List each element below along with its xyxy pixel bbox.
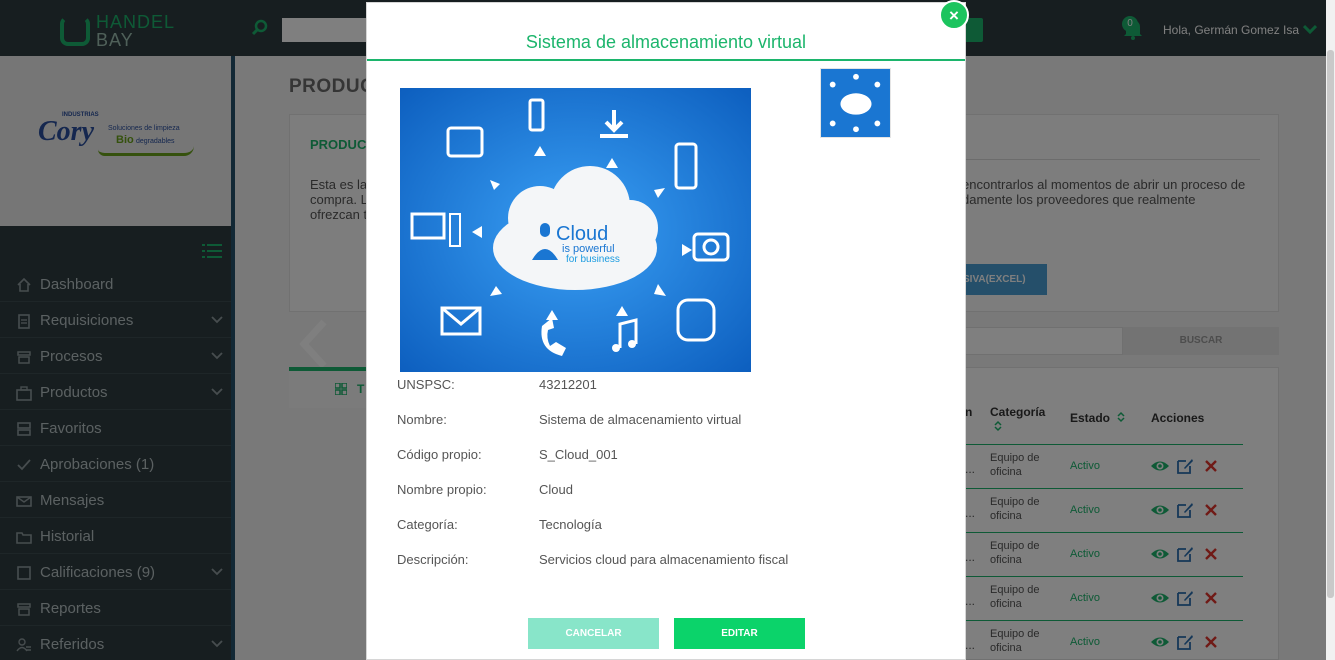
field-value: S_Cloud_001	[539, 447, 618, 462]
page-scrollbar[interactable]	[1326, 0, 1335, 660]
field-label: UNSPSC:	[397, 377, 455, 392]
field-value: Tecnología	[539, 517, 602, 532]
product-thumbnail[interactable]	[820, 68, 891, 138]
field-value: Sistema de almacenamiento virtual	[539, 412, 742, 427]
product-detail-modal: Sistema de almacenamiento virtual Cloud …	[366, 2, 966, 660]
field-value: 43212201	[539, 377, 597, 392]
close-modal-button[interactable]: ×	[939, 0, 969, 30]
field-value: Cloud	[539, 482, 573, 497]
image-text-business: for business	[566, 254, 620, 265]
cancel-button[interactable]: CANCELAR	[528, 618, 659, 649]
field-label: Nombre propio:	[397, 482, 487, 497]
field-value: Servicios cloud para almacenamiento fisc…	[539, 552, 789, 567]
image-text-cloud: Cloud	[556, 223, 608, 245]
modal-title: Sistema de almacenamiento virtual	[525, 32, 807, 52]
field-label: Categoría:	[397, 517, 458, 532]
edit-button[interactable]: EDITAR	[674, 618, 805, 649]
field-label: Nombre:	[397, 412, 447, 427]
product-image: Cloud is powerful for business	[400, 88, 751, 372]
field-label: Código propio:	[397, 447, 482, 462]
field-label: Descripción:	[397, 552, 469, 567]
scrollbar-thumb[interactable]	[1327, 50, 1334, 598]
modal-title-divider	[367, 59, 965, 61]
